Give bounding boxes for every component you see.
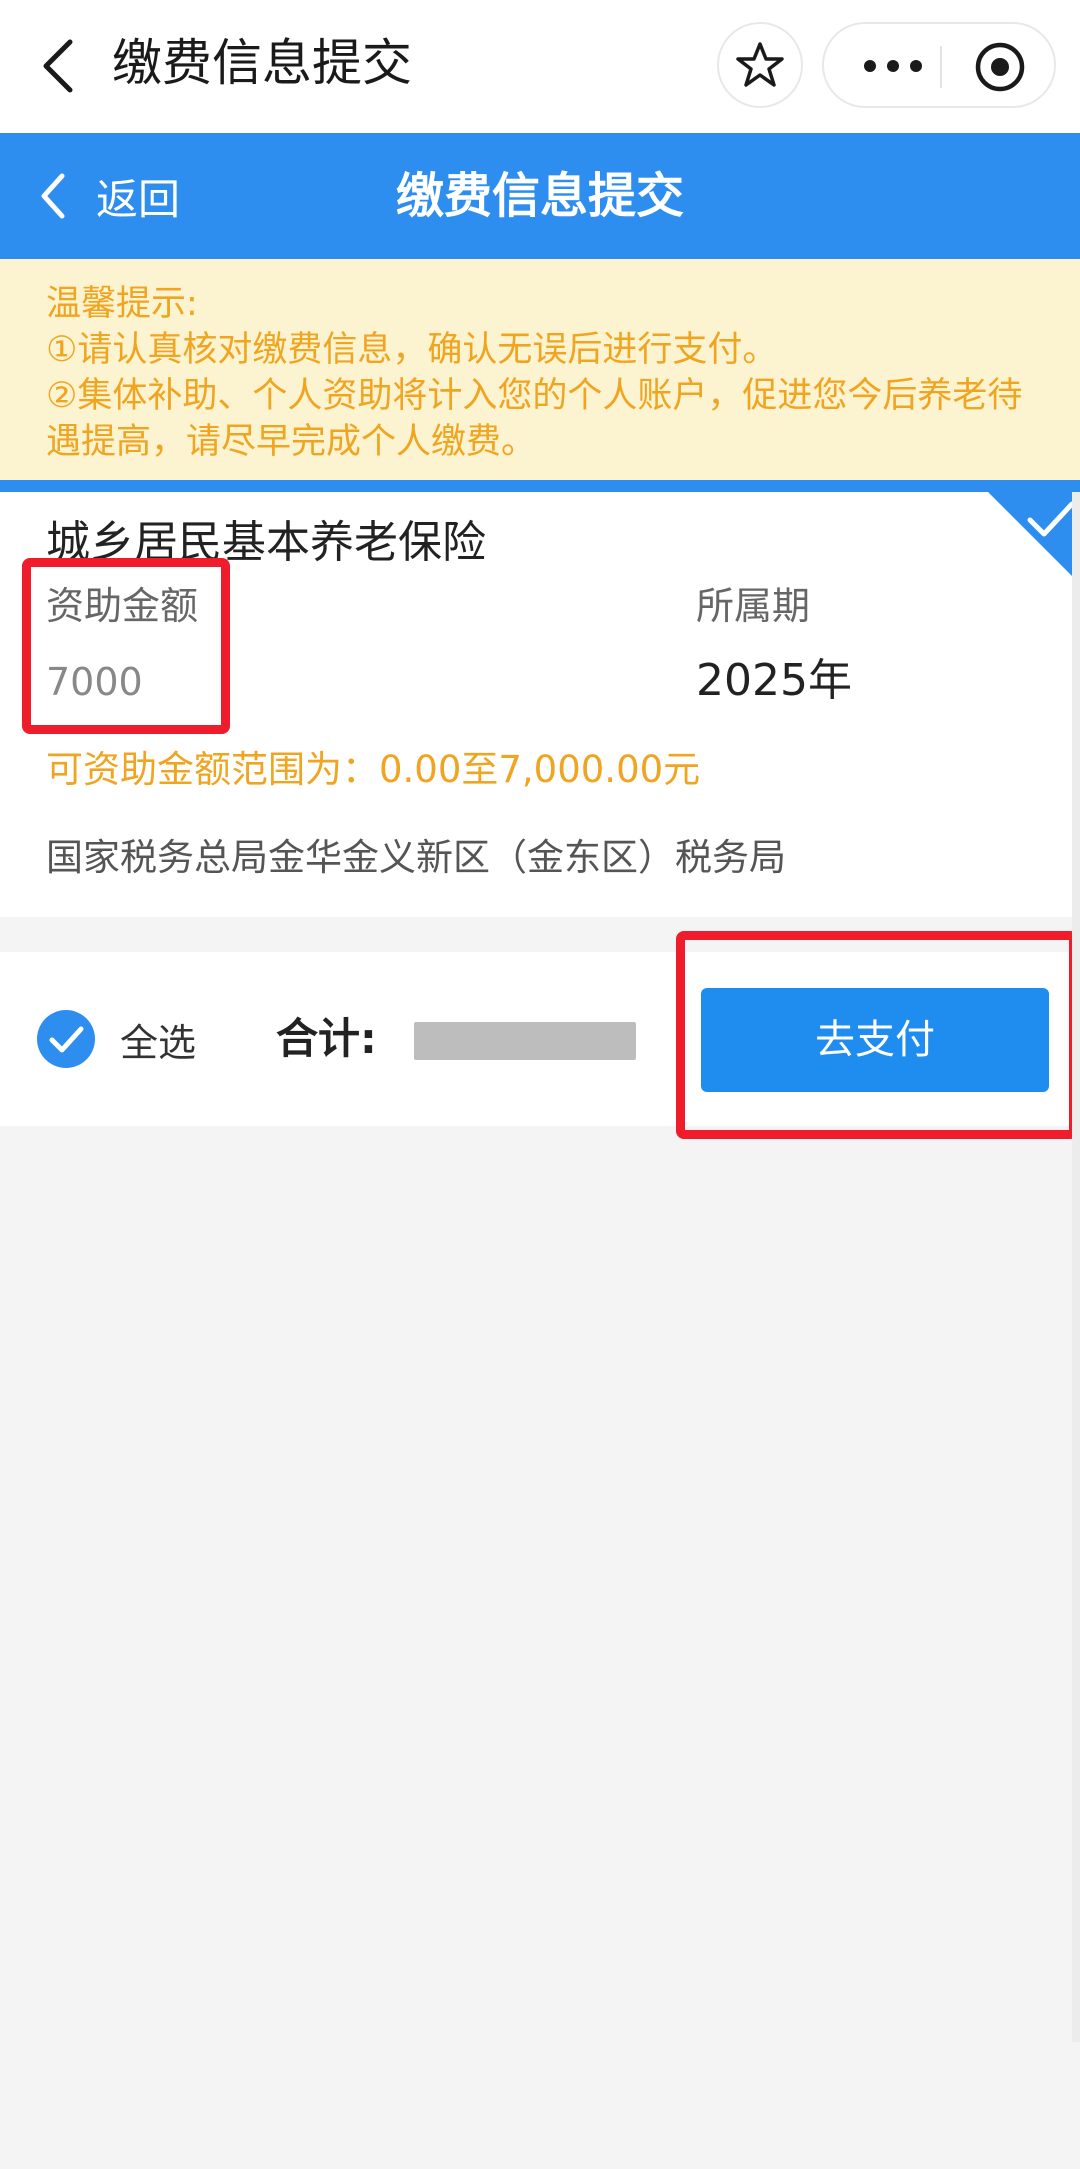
check-circle-icon [37, 1010, 95, 1068]
capsule-divider [940, 46, 942, 88]
tip-heading: 温馨提示: [46, 284, 198, 324]
total-amount-redacted [414, 1022, 636, 1060]
favorite-button[interactable] [717, 22, 803, 108]
capsule-menu [822, 22, 1056, 108]
highlight-box-amount [22, 558, 230, 734]
warm-tip-box: 温馨提示: ①请认真核对缴费信息，确认无误后进行支付。 ②集体补助、个人资助将计… [0, 259, 1080, 480]
selected-corner-badge [988, 492, 1080, 584]
target-icon[interactable] [974, 41, 1026, 93]
header-title: 缴费信息提交 [112, 34, 412, 92]
tip-line-1: ①请认真核对缴费信息，确认无误后进行支付。 [46, 330, 778, 370]
tip-line-2: ②集体补助、个人资助将计入您的个人账户，促进您今后养老待遇提高，请尽早完成个人缴… [46, 376, 1023, 462]
chevron-left-icon[interactable] [38, 38, 78, 94]
select-all-toggle[interactable]: 全选 [36, 1006, 196, 1072]
more-dots-icon[interactable] [862, 54, 924, 78]
period-label: 所属期 [696, 584, 811, 628]
select-all-label: 全选 [120, 1020, 197, 1065]
total-label: 合计: [276, 1014, 377, 1063]
amount-range-hint: 可资助金额范围为：0.00至7,000.00元 [46, 748, 701, 791]
scrollbar-track[interactable] [1072, 492, 1080, 2042]
card-top-border [0, 480, 1080, 492]
highlight-box-pay-button [676, 931, 1078, 1139]
app-header: 缴费信息提交 [0, 0, 1080, 133]
period-value: 2025年 [696, 655, 852, 706]
tax-office-name: 国家税务总局金华金义新区（金东区）税务局 [46, 836, 786, 879]
nav-bar: 返回 缴费信息提交 [0, 133, 1080, 259]
page-title: 缴费信息提交 [395, 168, 684, 224]
star-icon [736, 42, 784, 87]
